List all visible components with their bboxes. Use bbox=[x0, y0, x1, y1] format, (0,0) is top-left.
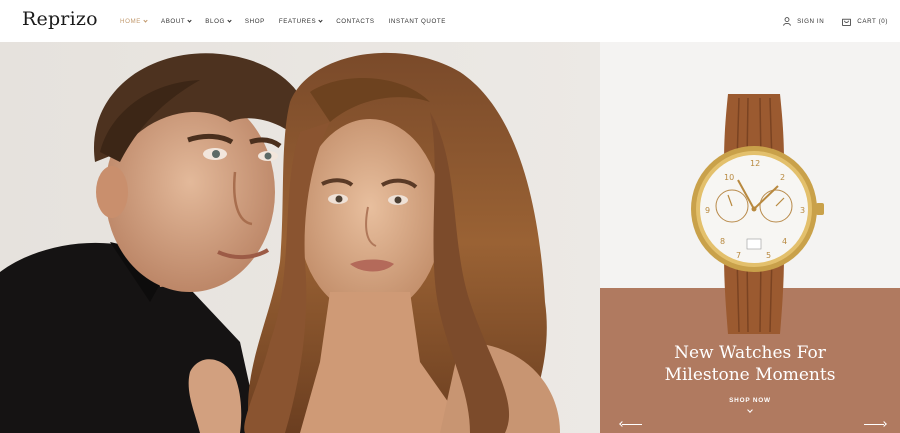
arrow-right-icon bbox=[881, 421, 887, 427]
gold-watch-image[interactable]: 12 3 9 2 10 4 8 5 7 bbox=[684, 94, 824, 334]
main-nav: HOME ABOUT BLOG SHOP FEATURES CONTACTS I… bbox=[120, 0, 460, 42]
svg-text:2: 2 bbox=[780, 173, 785, 182]
nav-item-label: FEATURES bbox=[278, 17, 317, 25]
nav-item-label: INSTANT QUOTE bbox=[388, 17, 446, 25]
promo-title-line-2: Milestone Moments bbox=[664, 365, 836, 385]
chevron-down-icon bbox=[143, 17, 148, 23]
svg-text:9: 9 bbox=[705, 206, 710, 215]
nav-item-blog[interactable]: BLOG bbox=[205, 17, 232, 25]
arrow-left-icon bbox=[619, 421, 625, 427]
svg-text:10: 10 bbox=[724, 173, 734, 182]
nav-item-instant-quote[interactable]: INSTANT QUOTE bbox=[389, 18, 446, 25]
cart-icon bbox=[842, 18, 852, 26]
nav-item-label: ABOUT bbox=[160, 17, 186, 25]
cart-label: CART (0) bbox=[857, 17, 888, 25]
nav-item-about[interactable]: ABOUT bbox=[160, 17, 192, 25]
nav-item-shop[interactable]: SHOP bbox=[245, 18, 265, 25]
prev-slide-arrow[interactable] bbox=[619, 420, 642, 428]
promo-title-line-1: New Watches For bbox=[674, 343, 826, 363]
svg-text:7: 7 bbox=[736, 251, 741, 260]
cart-link[interactable]: CART (0) bbox=[842, 17, 888, 26]
nav-item-label: CONTACTS bbox=[336, 17, 375, 25]
chevron-down-icon bbox=[318, 17, 323, 23]
header-tools: SIGN IN CART (0) bbox=[765, 0, 888, 42]
site-header: Reprizo HOME ABOUT BLOG SHOP FEATURES CO… bbox=[0, 0, 900, 42]
brand-logo[interactable]: Reprizo bbox=[22, 8, 98, 30]
svg-text:12: 12 bbox=[750, 159, 760, 168]
next-slide-arrow[interactable] bbox=[864, 420, 887, 428]
nav-item-contacts[interactable]: CONTACTS bbox=[336, 18, 374, 25]
nav-item-label: BLOG bbox=[205, 17, 225, 25]
nav-item-features[interactable]: FEATURES bbox=[278, 17, 323, 25]
promo-title: New Watches For Milestone Moments bbox=[600, 342, 900, 386]
sign-in-link[interactable]: SIGN IN bbox=[783, 16, 825, 26]
couple-portrait-image bbox=[0, 42, 600, 433]
shop-now-button[interactable]: SHOP NOW bbox=[600, 397, 900, 404]
nav-item-label: SHOP bbox=[244, 17, 265, 25]
svg-text:4: 4 bbox=[782, 237, 787, 246]
svg-text:5: 5 bbox=[766, 251, 771, 260]
user-icon bbox=[783, 16, 791, 26]
svg-text:8: 8 bbox=[720, 237, 725, 246]
svg-text:3: 3 bbox=[800, 206, 805, 215]
nav-item-home[interactable]: HOME bbox=[120, 17, 148, 25]
nav-item-label: HOME bbox=[120, 17, 141, 25]
chevron-down-icon bbox=[187, 17, 192, 23]
hero-image[interactable] bbox=[0, 42, 600, 433]
chevron-down-icon bbox=[227, 17, 232, 23]
sign-in-label: SIGN IN bbox=[797, 17, 825, 25]
promo-panel: 12 3 9 2 10 4 8 5 7 New Watches For Mile… bbox=[600, 42, 900, 433]
